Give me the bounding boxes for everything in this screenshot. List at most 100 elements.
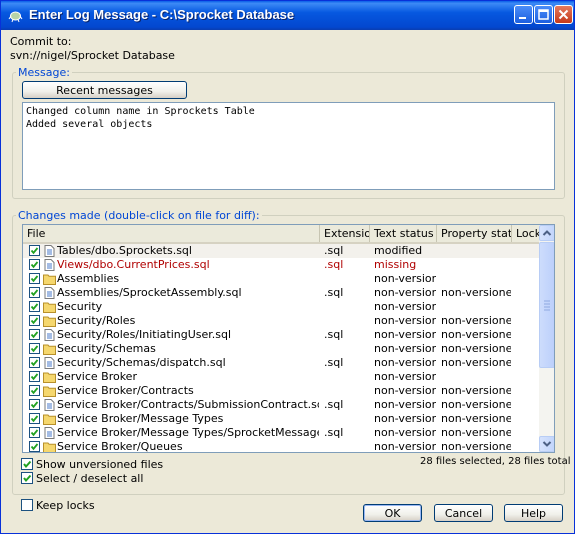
row-checkbox[interactable] [29, 259, 40, 270]
title-bar[interactable]: Enter Log Message - C:\Sprocket Database [1, 1, 574, 30]
cell-extension: .sql [324, 398, 344, 411]
file-icon [43, 287, 56, 299]
checkmark-icon [30, 275, 39, 283]
cell-file: Service Broker/Contracts [57, 384, 194, 397]
show-unversioned-checkbox[interactable] [21, 458, 33, 470]
column-header-extension[interactable]: Extension [320, 225, 370, 242]
checkmark-icon [30, 289, 39, 297]
cell-text-status: non-versioned [374, 370, 436, 383]
checkmark-icon [30, 317, 39, 325]
select-all-label[interactable]: Select / deselect all [36, 472, 143, 485]
table-row[interactable]: Service Broker/Queues non-versioned non-ve… [23, 440, 539, 452]
cell-text-status: non-versioned [374, 426, 436, 439]
cell-extension: .sql [324, 426, 344, 439]
changes-group-label: Changes made (double-click on file for d… [16, 209, 262, 222]
row-checkbox[interactable] [29, 343, 40, 354]
cell-file: Assemblies/SprocketAssembly.sql [57, 286, 242, 299]
cell-text-status: non-versioned [374, 314, 436, 327]
window-title: Enter Log Message - C:\Sprocket Database [29, 7, 295, 22]
help-button[interactable]: Help [504, 504, 563, 522]
cell-extension: .sql [324, 356, 344, 369]
file-icon [43, 427, 56, 439]
row-checkbox[interactable] [29, 245, 40, 256]
close-button[interactable] [554, 5, 573, 24]
column-header-text-status[interactable]: Text status [370, 225, 437, 242]
row-checkbox[interactable] [29, 287, 40, 298]
changes-file-list[interactable]: File Extension Text status Property stat… [22, 224, 555, 453]
folder-icon [43, 301, 56, 313]
maximize-icon [538, 9, 549, 20]
file-icon [43, 357, 56, 369]
table-row[interactable]: Service Broker/Contracts non-versioned non… [23, 384, 539, 398]
column-header-file[interactable]: File [23, 225, 320, 242]
vertical-scrollbar[interactable] [539, 225, 554, 452]
scroll-thumb[interactable] [539, 242, 554, 368]
keep-locks-checkbox[interactable] [21, 499, 33, 511]
selection-summary: 28 files selected, 28 files total [420, 456, 571, 467]
folder-icon [43, 371, 56, 383]
message-group-label: Message: [16, 66, 72, 79]
log-message-textarea[interactable]: Changed column name in Sprockets Table A… [22, 102, 555, 190]
keep-locks-label[interactable]: Keep locks [36, 499, 95, 512]
checkmark-icon [30, 415, 39, 423]
scroll-up-button[interactable] [539, 225, 554, 241]
cancel-button[interactable]: Cancel [434, 504, 493, 522]
scroll-down-button[interactable] [539, 436, 554, 452]
cell-text-status: non-versioned [374, 384, 436, 397]
checkmark-icon [30, 387, 39, 395]
column-header-lock[interactable]: Lock [512, 225, 539, 242]
cell-file: Security/Schemas [57, 342, 156, 355]
row-checkbox[interactable] [29, 385, 40, 396]
row-checkbox[interactable] [29, 427, 40, 438]
row-checkbox[interactable] [29, 399, 40, 410]
cell-file: Security/Roles [57, 314, 136, 327]
cell-text-status: modified [374, 244, 423, 257]
tortoise-app-icon [8, 11, 23, 23]
ok-button[interactable]: OK [363, 504, 422, 522]
checkmark-icon [23, 460, 32, 469]
table-row[interactable]: Security/Schemas non-versioned non-version… [23, 342, 539, 356]
table-row[interactable]: Service Broker/Message Types/SprocketMes… [23, 426, 539, 440]
recent-messages-button[interactable]: Recent messages [22, 81, 187, 99]
cell-text-status: non-versioned [374, 286, 436, 299]
column-header-property-status[interactable]: Property status [437, 225, 512, 242]
row-checkbox[interactable] [29, 301, 40, 312]
file-icon [43, 259, 56, 271]
row-checkbox[interactable] [29, 315, 40, 326]
row-checkbox[interactable] [29, 357, 40, 368]
cell-file: Assemblies [57, 272, 120, 285]
chevron-up-icon [542, 230, 552, 236]
table-row[interactable]: Assemblies/SprocketAssembly.sql .sql non-v… [23, 286, 539, 300]
table-row[interactable]: Security/Roles non-versioned non-versioned [23, 314, 539, 328]
folder-icon [43, 413, 56, 425]
cell-text-status: non-versioned [374, 342, 436, 355]
minimize-button[interactable] [514, 5, 533, 24]
row-checkbox[interactable] [29, 273, 40, 284]
table-row[interactable]: Security/Roles/InitiatingUser.sql .sql non… [23, 328, 539, 342]
checkmark-icon [30, 359, 39, 367]
cell-file: Service Broker/Message Types/SprocketMes… [57, 426, 319, 439]
table-row[interactable]: Service Broker/Message Types non-versione… [23, 412, 539, 426]
cell-property-status: non-versioned [441, 328, 511, 341]
maximize-button[interactable] [534, 5, 553, 24]
table-row[interactable]: Service Broker non-versioned [23, 370, 539, 384]
row-checkbox[interactable] [29, 441, 40, 452]
table-row[interactable]: Security non-versioned [23, 300, 539, 314]
cell-text-status: non-versioned [374, 412, 436, 425]
table-row[interactable]: Service Broker/Contracts/SubmissionContr… [23, 398, 539, 412]
chevron-down-icon [542, 441, 552, 447]
row-checkbox[interactable] [29, 329, 40, 340]
table-row[interactable]: Views/dbo.CurrentPrices.sql .sql missing [23, 258, 539, 272]
folder-icon [43, 385, 56, 397]
cell-file: Views/dbo.CurrentPrices.sql [57, 258, 210, 271]
select-all-checkbox[interactable] [21, 472, 33, 484]
row-checkbox[interactable] [29, 371, 40, 382]
table-row[interactable]: Security/Schemas/dispatch.sql .sql non-ver… [23, 356, 539, 370]
file-icon [43, 329, 56, 341]
row-checkbox[interactable] [29, 413, 40, 424]
show-unversioned-label[interactable]: Show unversioned files [36, 458, 163, 471]
table-row[interactable]: Assemblies non-versioned [23, 272, 539, 286]
checkmark-icon [30, 443, 39, 451]
close-icon [558, 9, 569, 20]
table-row[interactable]: Tables/dbo.Sprockets.sql .sql modified [23, 244, 539, 258]
